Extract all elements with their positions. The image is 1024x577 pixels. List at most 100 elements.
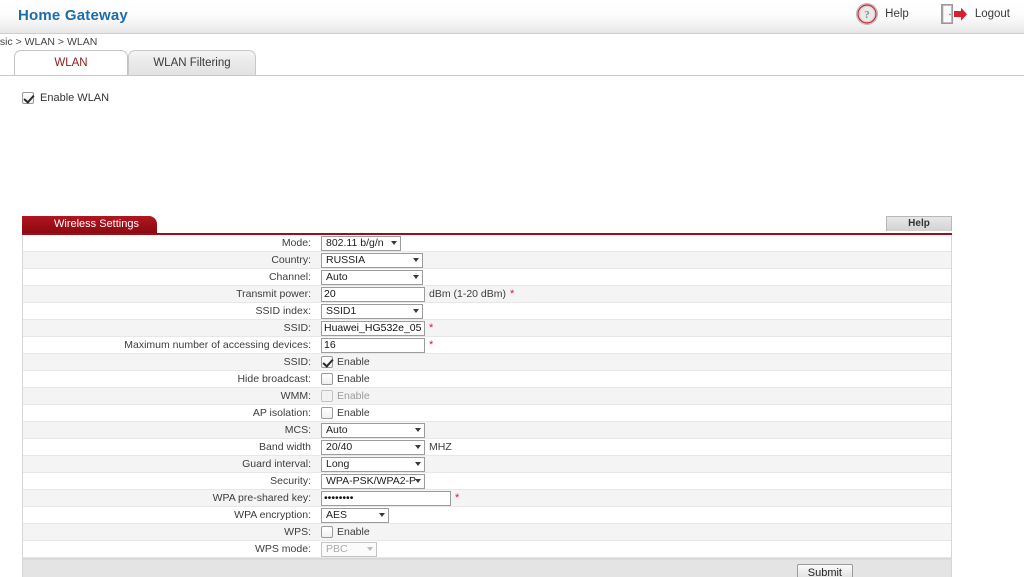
panel-header: Wireless Settings Help bbox=[22, 216, 952, 233]
ssid-name-label: SSID: bbox=[283, 322, 311, 334]
form-row-transmit-power: Transmit power: dBm (1-20 dBm) * bbox=[23, 286, 951, 303]
chevron-down-icon bbox=[367, 547, 373, 551]
ssid-name-required-mark: * bbox=[429, 321, 434, 334]
wpa-encryption-label: WPA encryption: bbox=[234, 509, 311, 521]
tab-wlan-filtering[interactable]: WLAN Filtering bbox=[128, 50, 256, 75]
panel-help-button[interactable]: Help bbox=[886, 216, 952, 231]
form-row-wps-mode: WPS mode: PBC bbox=[23, 541, 951, 558]
wps-text: Enable bbox=[337, 526, 370, 538]
tab-wlan[interactable]: WLAN bbox=[14, 50, 128, 75]
form-row-wmm: WMM: Enable bbox=[23, 388, 951, 405]
max-devices-required-mark: * bbox=[429, 338, 434, 351]
ap-isolation-label: AP isolation: bbox=[252, 407, 311, 419]
chevron-down-icon bbox=[413, 275, 419, 279]
chevron-down-icon bbox=[415, 445, 421, 449]
breadcrumb-bar: asic > WLAN > WLAN bbox=[0, 34, 1024, 50]
enable-wlan-checkbox[interactable] bbox=[22, 92, 34, 104]
channel-select-value: Auto bbox=[326, 271, 348, 283]
wpa-key-required-mark: * bbox=[455, 491, 460, 504]
form-row-hide-broadcast: Hide broadcast: Enable bbox=[23, 371, 951, 388]
help-button[interactable]: ? Help bbox=[855, 2, 909, 26]
wmm-text: Enable bbox=[337, 390, 370, 402]
max-devices-input[interactable] bbox=[321, 337, 425, 353]
form-row-wpa-key: WPA pre-shared key: * bbox=[23, 490, 951, 507]
panel-title: Wireless Settings bbox=[22, 216, 157, 233]
wpa-key-input[interactable] bbox=[321, 490, 451, 506]
content-area: Enable WLAN Wireless Settings Help Mode:… bbox=[0, 76, 1024, 577]
form-row-band-width: Band width 20/40 MHZ bbox=[23, 439, 951, 456]
question-circle-icon: ? bbox=[855, 2, 879, 26]
security-select[interactable]: WPA-PSK/WPA2-P bbox=[321, 473, 425, 489]
mode-select[interactable]: 802.11 b/g/n bbox=[321, 235, 401, 251]
channel-label: Channel: bbox=[268, 271, 311, 283]
transmit-power-required-mark: * bbox=[510, 287, 515, 300]
breadcrumb: asic > WLAN > WLAN bbox=[0, 36, 98, 48]
ssid-index-label: SSID index: bbox=[255, 305, 311, 317]
mode-select-value: 802.11 b/g/n bbox=[326, 237, 384, 249]
ssid-enable-text: Enable bbox=[337, 356, 370, 368]
form-row-ap-isolation: AP isolation: Enable bbox=[23, 405, 951, 422]
channel-select[interactable]: Auto bbox=[321, 269, 423, 285]
chevron-down-icon bbox=[413, 309, 419, 313]
wpa-key-label: WPA pre-shared key: bbox=[212, 492, 311, 504]
form-row-mode: Mode: 802.11 b/g/n bbox=[23, 235, 951, 252]
wps-mode-label: WPS mode: bbox=[254, 543, 311, 555]
wmm-checkbox[interactable] bbox=[321, 390, 333, 402]
max-devices-label: Maximum number of accessing devices: bbox=[124, 339, 311, 351]
form-row-wpa-encryption: WPA encryption: AES bbox=[23, 507, 951, 524]
band-width-label: Band width bbox=[259, 441, 311, 453]
form-row-country: Country: RUSSIA bbox=[23, 252, 951, 269]
wpa-encryption-select[interactable]: AES bbox=[321, 507, 389, 523]
chevron-down-icon bbox=[415, 462, 421, 466]
transmit-power-input[interactable] bbox=[321, 286, 425, 302]
wireless-settings-panel: Wireless Settings Help Mode: 802.11 b/g/… bbox=[22, 216, 952, 577]
mode-label: Mode: bbox=[281, 237, 311, 249]
hide-broadcast-checkbox[interactable] bbox=[321, 373, 333, 385]
hide-broadcast-text: Enable bbox=[337, 373, 370, 385]
help-button-label: Help bbox=[885, 8, 909, 20]
guard-interval-select-value: Long bbox=[326, 458, 350, 470]
mcs-select[interactable]: Auto bbox=[321, 422, 425, 438]
logout-button-label: Logout bbox=[974, 8, 1010, 20]
ssid-index-select-value: SSID1 bbox=[326, 305, 357, 317]
guard-interval-select[interactable]: Long bbox=[321, 456, 425, 472]
chevron-down-icon bbox=[413, 258, 419, 262]
ssid-enable-checkbox[interactable] bbox=[321, 356, 333, 368]
ssid-index-select[interactable]: SSID1 bbox=[321, 303, 423, 319]
form-row-wps: WPS: Enable bbox=[23, 524, 951, 541]
chevron-down-icon bbox=[415, 428, 421, 432]
guard-interval-label: Guard interval: bbox=[242, 458, 311, 470]
transmit-power-label: Transmit power: bbox=[236, 288, 311, 300]
form-row-ssid-name: SSID: * bbox=[23, 320, 951, 337]
country-select[interactable]: RUSSIA bbox=[321, 252, 423, 268]
wps-mode-select[interactable]: PBC bbox=[321, 541, 377, 557]
wps-mode-select-value: PBC bbox=[326, 543, 348, 555]
tab-strip: WLAN WLAN Filtering bbox=[0, 50, 1024, 76]
wps-checkbox[interactable] bbox=[321, 526, 333, 538]
band-width-select-value: 20/40 bbox=[326, 441, 353, 453]
chevron-down-icon bbox=[415, 479, 421, 483]
logout-button[interactable]: Logout bbox=[939, 2, 1010, 26]
submit-button[interactable]: Submit bbox=[796, 563, 853, 577]
settings-form: Mode: 802.11 b/g/n Country: RUSSIA Chann… bbox=[22, 235, 952, 559]
ap-isolation-checkbox[interactable] bbox=[321, 407, 333, 419]
hide-broadcast-label: Hide broadcast: bbox=[237, 373, 311, 385]
chevron-down-icon bbox=[379, 513, 385, 517]
form-row-ssid-index: SSID index: SSID1 bbox=[23, 303, 951, 320]
wmm-label: WMM: bbox=[280, 390, 311, 402]
header-actions: ? Help Logout bbox=[855, 2, 1010, 26]
form-row-channel: Channel: Auto bbox=[23, 269, 951, 286]
security-select-value: WPA-PSK/WPA2-P bbox=[326, 475, 417, 487]
country-label: Country: bbox=[271, 254, 311, 266]
security-label: Security: bbox=[270, 475, 311, 487]
band-width-select[interactable]: 20/40 bbox=[321, 439, 425, 455]
form-row-max-devices: Maximum number of accessing devices: * bbox=[23, 337, 951, 354]
wps-label: WPS: bbox=[284, 526, 311, 538]
wpa-encryption-select-value: AES bbox=[326, 509, 348, 521]
enable-wlan-row: Enable WLAN bbox=[22, 87, 952, 109]
svg-text:?: ? bbox=[864, 9, 870, 21]
form-row-ssid-enable: SSID: Enable bbox=[23, 354, 951, 371]
panel-footer: Submit bbox=[22, 559, 952, 577]
ssid-name-input[interactable] bbox=[321, 320, 425, 336]
door-exit-arrow-icon bbox=[939, 2, 969, 26]
